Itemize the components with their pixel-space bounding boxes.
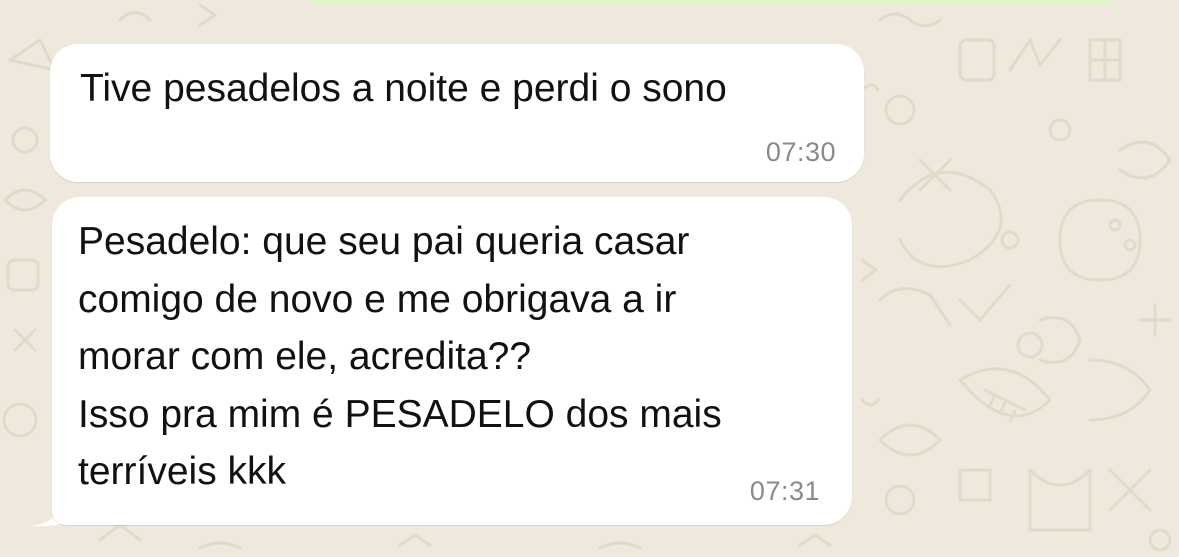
message-timestamp: 07:30 bbox=[765, 137, 836, 167]
message-text: Tive pesadelos a noite e perdi o sono bbox=[80, 67, 727, 110]
message-timestamp: 07:31 bbox=[749, 476, 820, 506]
message-bubble-1[interactable]: Tive pesadelos a noite e perdi o sono 07… bbox=[50, 44, 864, 182]
previous-outgoing-bubble bbox=[300, 0, 1120, 4]
message-bubble-2[interactable]: Pesadelo: que seu pai queria casar comig… bbox=[52, 197, 852, 525]
message-text: Pesadelo: que seu pai queria casar comig… bbox=[78, 220, 722, 493]
